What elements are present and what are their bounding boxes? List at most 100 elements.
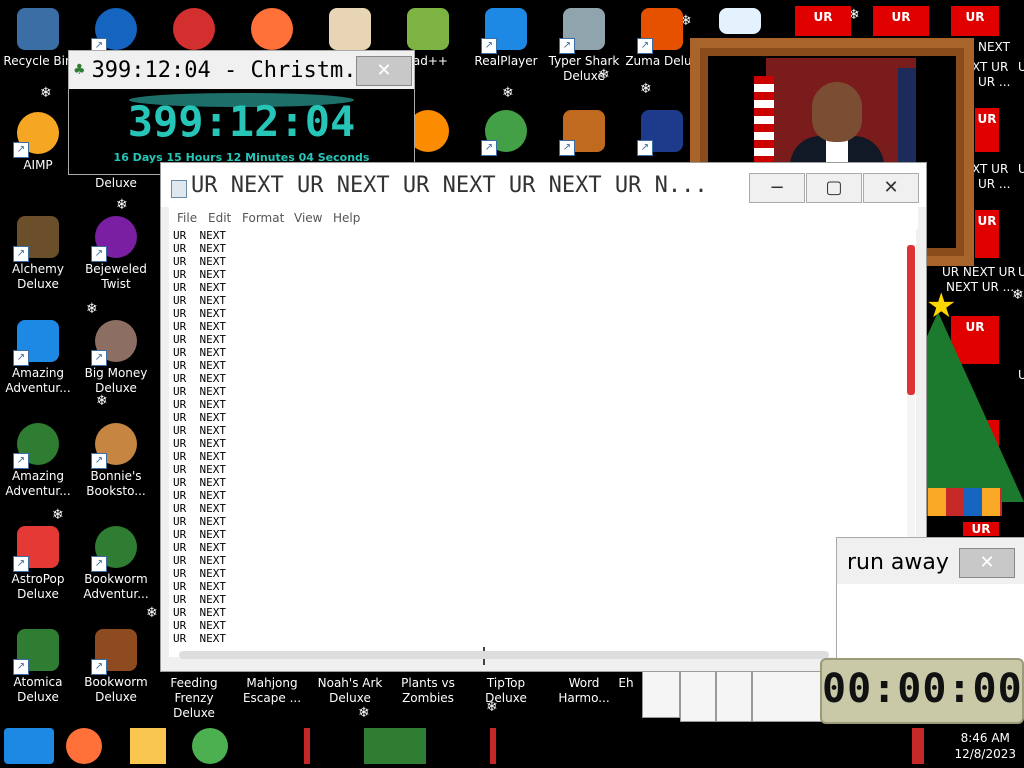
snowflake-icon: ❄: [502, 85, 514, 101]
editor-line: UR NEXT: [173, 424, 226, 437]
desktop-icon-xmplay[interactable]: ↗: [624, 110, 700, 156]
close-button[interactable]: ✕: [863, 173, 919, 203]
desktop-icon-amazing-adventures[interactable]: ↗ Amazing Adventur...: [0, 320, 76, 396]
aimp-icon: ↗: [13, 112, 59, 158]
editor-line: UR NEXT: [173, 567, 226, 580]
shortcut-arrow-icon: ↗: [559, 140, 575, 156]
desktop-icon-zuma[interactable]: ↗ Zuma Delux: [624, 8, 700, 69]
ur-label: U: [1018, 265, 1024, 279]
desktop-icon-plants-vs-zombies[interactable]: Plants vs Zombies: [390, 676, 466, 706]
rocket-icon: ↗: [481, 110, 527, 156]
notepad-window[interactable]: UR NEXT UR NEXT UR NEXT UR NEXT UR N... …: [160, 162, 927, 672]
desktop-icon-typer-shark[interactable]: ↗ Typer Shark Deluxe: [546, 8, 622, 84]
ur-tile[interactable]: UR: [963, 522, 999, 536]
text-editor[interactable]: UR NEXT UR NEXT UR NEXT UR NEXT UR NEXT UR NE…: [169, 229, 916, 665]
desktop-icon-window[interactable]: [702, 8, 778, 38]
desktop-icon-atomica[interactable]: ↗ Atomica Deluxe: [0, 629, 76, 705]
shortcut-arrow-icon: ↗: [13, 453, 29, 469]
countdown-close-button[interactable]: ✕: [356, 56, 412, 86]
ur-tile[interactable]: UR: [975, 210, 999, 258]
editor-line: UR NEXT: [173, 411, 226, 424]
ur-label: UR NEXT UR: [942, 265, 1016, 279]
editor-line: UR NEXT: [173, 359, 226, 372]
desktop-icon-bejeweled-twist[interactable]: ↗ Bejeweled Twist: [78, 216, 154, 292]
desktop-icon-recycle-bin[interactable]: Recycle Bin: [0, 8, 76, 69]
desktop-icon-astropop[interactable]: ↗ AstroPop Deluxe: [0, 526, 76, 602]
red-creature-icon: [173, 8, 215, 50]
editor-line: UR NEXT: [173, 541, 226, 554]
desktop-icon-deluxe[interactable]: Deluxe: [78, 176, 154, 191]
menu-bar: File Edit Format View Help: [169, 207, 918, 229]
timer-digits: 00:00:00: [822, 666, 1023, 712]
maximize-button[interactable]: ▢: [806, 173, 862, 203]
desktop-icon-torii[interactable]: [312, 8, 388, 54]
desktop-icon-eh[interactable]: Eh: [606, 676, 646, 691]
desktop-icon-noahs-ark[interactable]: Noah's Ark Deluxe: [312, 676, 388, 706]
desktop-icon-boat[interactable]: ↗: [546, 110, 622, 156]
desktop-icon-red-creature[interactable]: [156, 8, 232, 54]
editor-line: UR NEXT: [173, 450, 226, 463]
notepad-title: UR NEXT UR NEXT UR NEXT UR NEXT UR N...: [191, 173, 708, 198]
menu-help[interactable]: Help: [333, 211, 360, 225]
editor-line: UR NEXT: [173, 593, 226, 606]
shortcut-arrow-icon: ↗: [13, 659, 29, 675]
recycle-bin-icon: [17, 8, 59, 50]
menu-edit[interactable]: Edit: [208, 211, 231, 225]
ur-label: UR ...: [978, 177, 1011, 191]
clock-time: 8:46 AM: [960, 731, 1010, 745]
taskbar-app-marker[interactable]: [912, 728, 924, 764]
desktop-icon-big-money[interactable]: ↗ Big Money Deluxe: [78, 320, 154, 396]
clock-date: 12/8/2023: [954, 747, 1016, 761]
desktop-icon-amazing-adventures-2[interactable]: ↗ Amazing Adventur...: [0, 423, 76, 499]
run-away-title: run away: [847, 550, 949, 575]
editor-line: UR NEXT: [173, 476, 226, 489]
desktop-icon-bookworm-deluxe[interactable]: ↗ Bookworm Deluxe: [78, 629, 154, 705]
ur-tile[interactable]: UR: [975, 108, 999, 152]
desktop-icon-bonnies-bookstore[interactable]: ↗ Bonnie's Booksto...: [78, 423, 154, 499]
start-button[interactable]: [4, 728, 54, 764]
snowflake-icon: ❄: [52, 507, 64, 523]
taskbar-chrome-icon[interactable]: [192, 728, 228, 764]
shortcut-arrow-icon: ↗: [637, 38, 653, 54]
taskbar-app-marker[interactable]: [490, 728, 496, 764]
taskbar-notepad-icon[interactable]: [364, 728, 426, 764]
ur-tile[interactable]: UR: [795, 6, 851, 36]
desktop-icon-realplayer[interactable]: ↗ RealPlayer: [468, 8, 544, 69]
editor-line: UR NEXT: [173, 268, 226, 281]
tree-icon: ♣: [73, 62, 86, 78]
run-away-close-button[interactable]: ✕: [959, 548, 1015, 578]
desktop-icon-mahjong-escape[interactable]: Mahjong Escape ...: [234, 676, 310, 706]
taskbar-app-marker[interactable]: [304, 728, 310, 764]
snowflake-icon: ❄: [146, 605, 158, 621]
run-away-window[interactable]: run away ✕: [836, 537, 1024, 669]
desktop-icon-aimp[interactable]: ↗ AIMP: [0, 112, 76, 173]
editor-line: UR NEXT: [173, 502, 226, 515]
taskbar-file-explorer-icon[interactable]: [130, 728, 166, 764]
desktop-icon-alchemy[interactable]: ↗ Alchemy Deluxe: [0, 216, 76, 292]
ur-tile[interactable]: UR: [873, 6, 929, 36]
ur-label: XT UR: [972, 60, 1009, 74]
countdown-window[interactable]: ♣ 399:12:04 - Christm... ✕ 399:12:04 16 …: [68, 50, 415, 175]
desktop-icon-feeding-frenzy[interactable]: Feeding Frenzy Deluxe: [156, 676, 232, 721]
menu-file[interactable]: File: [177, 211, 197, 225]
menu-format[interactable]: Format: [242, 211, 284, 225]
shortcut-arrow-icon: ↗: [481, 140, 497, 156]
ur-tile[interactable]: UR: [951, 6, 999, 36]
notepad-titlebar[interactable]: UR NEXT UR NEXT UR NEXT UR NEXT UR N... …: [161, 163, 926, 207]
desktop-icon-firefox[interactable]: [234, 8, 310, 54]
desktop-icon-rocket[interactable]: ↗: [468, 110, 544, 156]
bookworm-icon: ↗: [91, 526, 137, 572]
editor-line: UR NEXT: [173, 281, 226, 294]
menu-view[interactable]: View: [294, 211, 322, 225]
desktop-icon-bookworm-adventures[interactable]: ↗ Bookworm Adventur...: [78, 526, 154, 602]
horizontal-scrollbar[interactable]: [179, 651, 829, 659]
background-window: [752, 670, 822, 722]
scrollbar-thumb[interactable]: [907, 245, 915, 395]
minimize-button[interactable]: −: [749, 173, 805, 203]
desktop-icon-tiptop[interactable]: TipTop Deluxe: [468, 676, 544, 706]
timer-widget: 00:00:00: [820, 658, 1024, 724]
editor-line: UR NEXT: [173, 242, 226, 255]
taskbar-clock[interactable]: 8:46 AM 12/8/2023: [954, 730, 1016, 762]
desktop-icon-game[interactable]: ↗: [78, 8, 154, 54]
taskbar-firefox-icon[interactable]: [66, 728, 102, 764]
